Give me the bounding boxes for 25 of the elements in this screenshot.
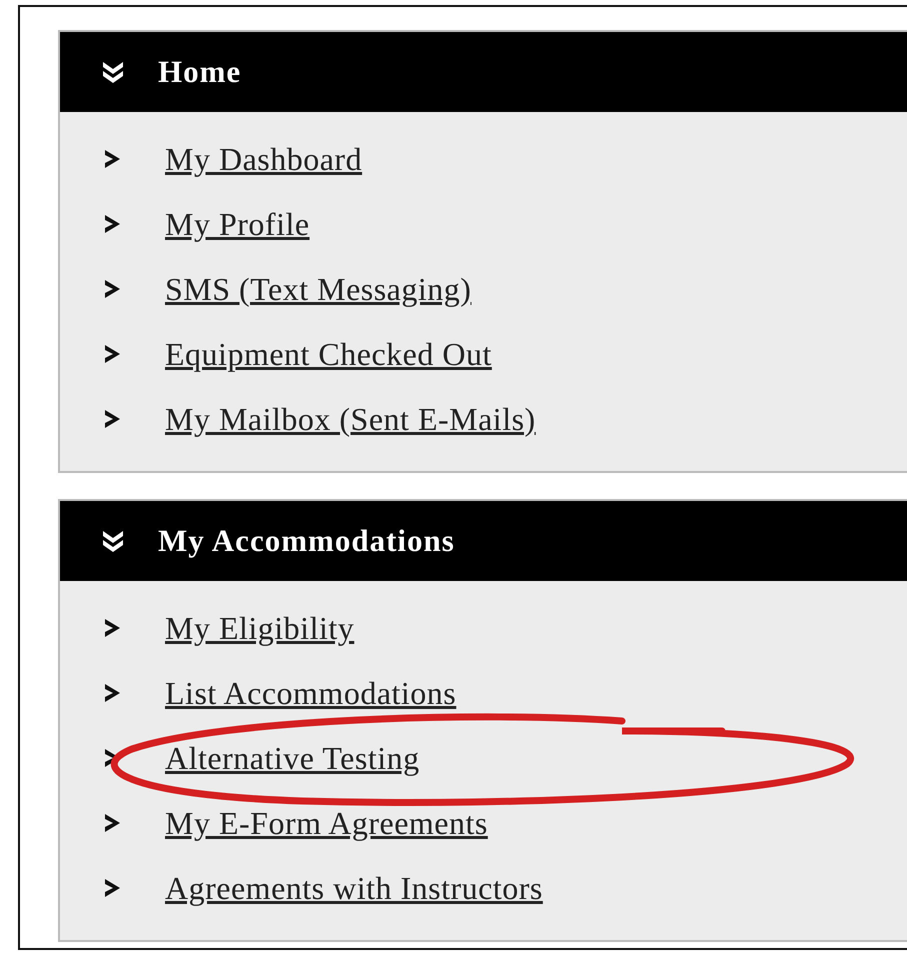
menu-link[interactable]: My Eligibility	[165, 604, 354, 652]
chevron-right-icon	[104, 148, 121, 168]
menu-link[interactable]: SMS (Text Messaging)	[165, 264, 472, 312]
menu-link[interactable]: Equipment Checked Out	[165, 330, 492, 378]
menu-link[interactable]: My Mailbox (Sent E-Mails)	[165, 394, 536, 442]
double-chevron-down-icon	[100, 528, 126, 554]
chevron-right-icon	[104, 214, 121, 234]
chevron-right-icon	[104, 812, 121, 832]
chevron-right-icon	[104, 682, 121, 702]
panel-header[interactable]: Home	[60, 32, 907, 112]
menu-link[interactable]: Agreements with Instructors	[165, 864, 543, 912]
chevron-right-icon	[104, 408, 121, 428]
panel-title: My Accommodations	[158, 522, 455, 560]
double-chevron-down-icon	[100, 59, 126, 85]
menu-link[interactable]: Alternative Testing	[165, 734, 420, 782]
chevron-right-icon	[104, 618, 121, 638]
menu-link[interactable]: My Profile	[165, 200, 310, 248]
chevron-right-icon	[104, 278, 121, 298]
menu-link[interactable]: My Dashboard	[165, 134, 362, 182]
panel-header[interactable]: My Accommodations	[60, 501, 907, 581]
chevron-right-icon	[104, 878, 121, 898]
panel-title: Home	[158, 52, 242, 91]
menu-link[interactable]: My E-Form Agreements	[165, 798, 488, 846]
chevron-right-icon	[104, 344, 121, 364]
menu-link[interactable]: List Accommodations	[165, 668, 456, 716]
